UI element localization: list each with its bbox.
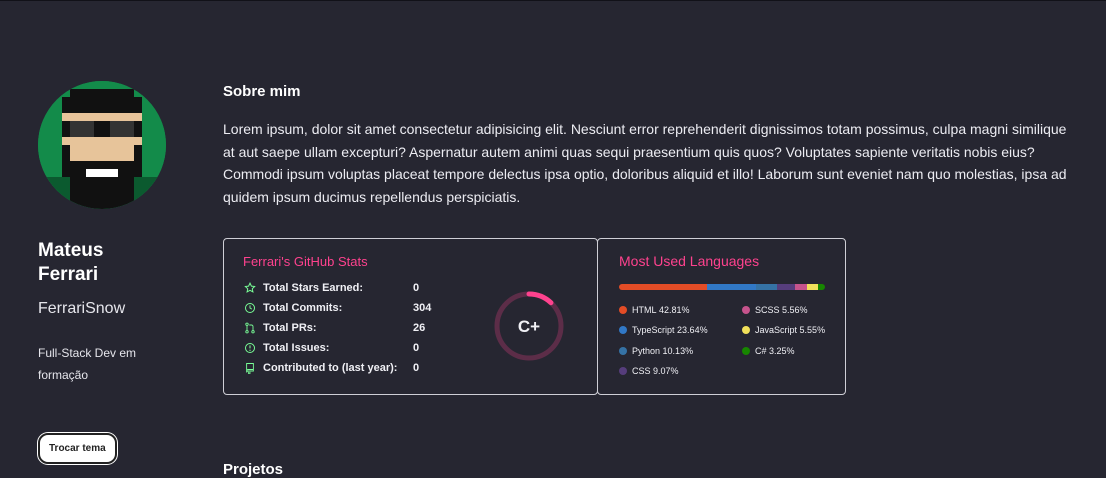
stat-label: Total Commits:	[263, 302, 343, 314]
rank-label: C+	[518, 317, 540, 336]
stat-label: Contributed to (last year):	[263, 362, 398, 374]
language-bar-segment	[818, 284, 825, 290]
languages-card[interactable]: Most Used Languages HTML 42.81% TypeScri…	[597, 238, 846, 395]
lang-name: SCSS	[755, 305, 780, 315]
lang-name: Python	[632, 346, 661, 356]
language-bar-segment	[707, 284, 756, 290]
lang-item-csharp: C# 3.25%	[742, 346, 795, 356]
lang-percent: 3.25%	[769, 346, 795, 356]
lang-name: JavaScript	[755, 325, 798, 335]
github-stats-card[interactable]: Ferrari's GitHub Stats Total Stars Earne…	[223, 238, 598, 395]
profile-tagline: Full-Stack Dev em formação	[38, 346, 137, 382]
lang-item-python: Python 10.13%	[619, 346, 693, 356]
stat-value: 304	[413, 302, 432, 314]
dot-icon	[619, 367, 627, 375]
lang-name: CSS	[632, 366, 651, 376]
profile-username: FerrariSnow	[38, 300, 126, 317]
dot-icon	[619, 326, 627, 334]
lang-item-html: HTML 42.81%	[619, 305, 690, 315]
stat-label: Total PRs:	[263, 322, 317, 334]
lang-percent: 42.81%	[659, 305, 690, 315]
lang-item-typescript: TypeScript 23.64%	[619, 325, 708, 335]
dot-icon	[619, 306, 627, 314]
stat-row-contributed: Contributed to (last year): 0	[243, 360, 419, 376]
rank-circle: C+	[494, 291, 564, 361]
toggle-theme-button[interactable]: Trocar tema	[38, 433, 117, 464]
language-bar-segment	[776, 284, 796, 290]
lang-name: C#	[755, 346, 767, 356]
lang-percent: 5.55%	[799, 325, 826, 335]
stat-label: Total Issues:	[263, 342, 330, 354]
lang-percent: 10.13%	[662, 346, 694, 356]
repo-icon	[243, 361, 257, 375]
dot-icon	[619, 347, 627, 355]
language-bar-segment	[755, 284, 777, 290]
lang-item-scss: SCSS 5.56%	[742, 305, 808, 315]
avatar	[38, 81, 166, 209]
about-title: Sobre mim	[223, 83, 301, 100]
about-text: Lorem ipsum, dolor sit amet consectetur …	[223, 121, 1067, 205]
pull-request-icon	[243, 321, 257, 335]
dot-icon	[742, 326, 750, 334]
stat-label: Total Stars Earned:	[263, 282, 364, 294]
stat-row-issues: Total Issues: 0	[243, 340, 419, 356]
pixel-avatar-icon	[38, 81, 166, 209]
star-icon	[243, 281, 257, 295]
issue-icon	[243, 341, 257, 355]
lang-item-javascript: JavaScript 5.55%	[742, 325, 825, 335]
stats-title: Ferrari's GitHub Stats	[243, 254, 368, 269]
lang-percent: 23.64%	[677, 325, 708, 335]
stat-row-commits: Total Commits: 304	[243, 300, 431, 316]
stat-value: 0	[413, 282, 420, 294]
lang-name: HTML	[632, 305, 657, 315]
language-bar-segment	[806, 284, 819, 290]
dot-icon	[742, 306, 750, 314]
dot-icon	[742, 347, 750, 355]
language-bar-segment	[795, 284, 807, 290]
lang-percent: 5.56%	[782, 305, 808, 315]
languages-title: Most Used Languages	[619, 253, 760, 269]
stat-value: 0	[413, 362, 420, 374]
languages-bar	[619, 284, 825, 290]
profile-sidebar: Mateus Ferrari FerrariSnow Full-Stack De…	[38, 81, 188, 464]
lang-percent: 9.07%	[653, 366, 679, 376]
stat-value: 0	[413, 342, 420, 354]
profile-name: Mateus Ferrari	[38, 240, 104, 285]
stat-value: 26	[413, 322, 426, 334]
stat-row-stars: Total Stars Earned: 0	[243, 280, 419, 296]
lang-name: TypeScript	[632, 325, 675, 335]
stats-cards: Ferrari's GitHub Stats Total Stars Earne…	[223, 238, 846, 395]
projects-heading: Projetos	[223, 461, 284, 478]
stat-row-prs: Total PRs: 26	[243, 320, 425, 336]
main-content: Sobre mim Lorem ipsum, dolor sit amet co…	[223, 83, 1073, 395]
lang-item-css: CSS 9.07%	[619, 366, 679, 376]
language-bar-segment	[619, 284, 708, 290]
history-icon	[243, 301, 257, 315]
